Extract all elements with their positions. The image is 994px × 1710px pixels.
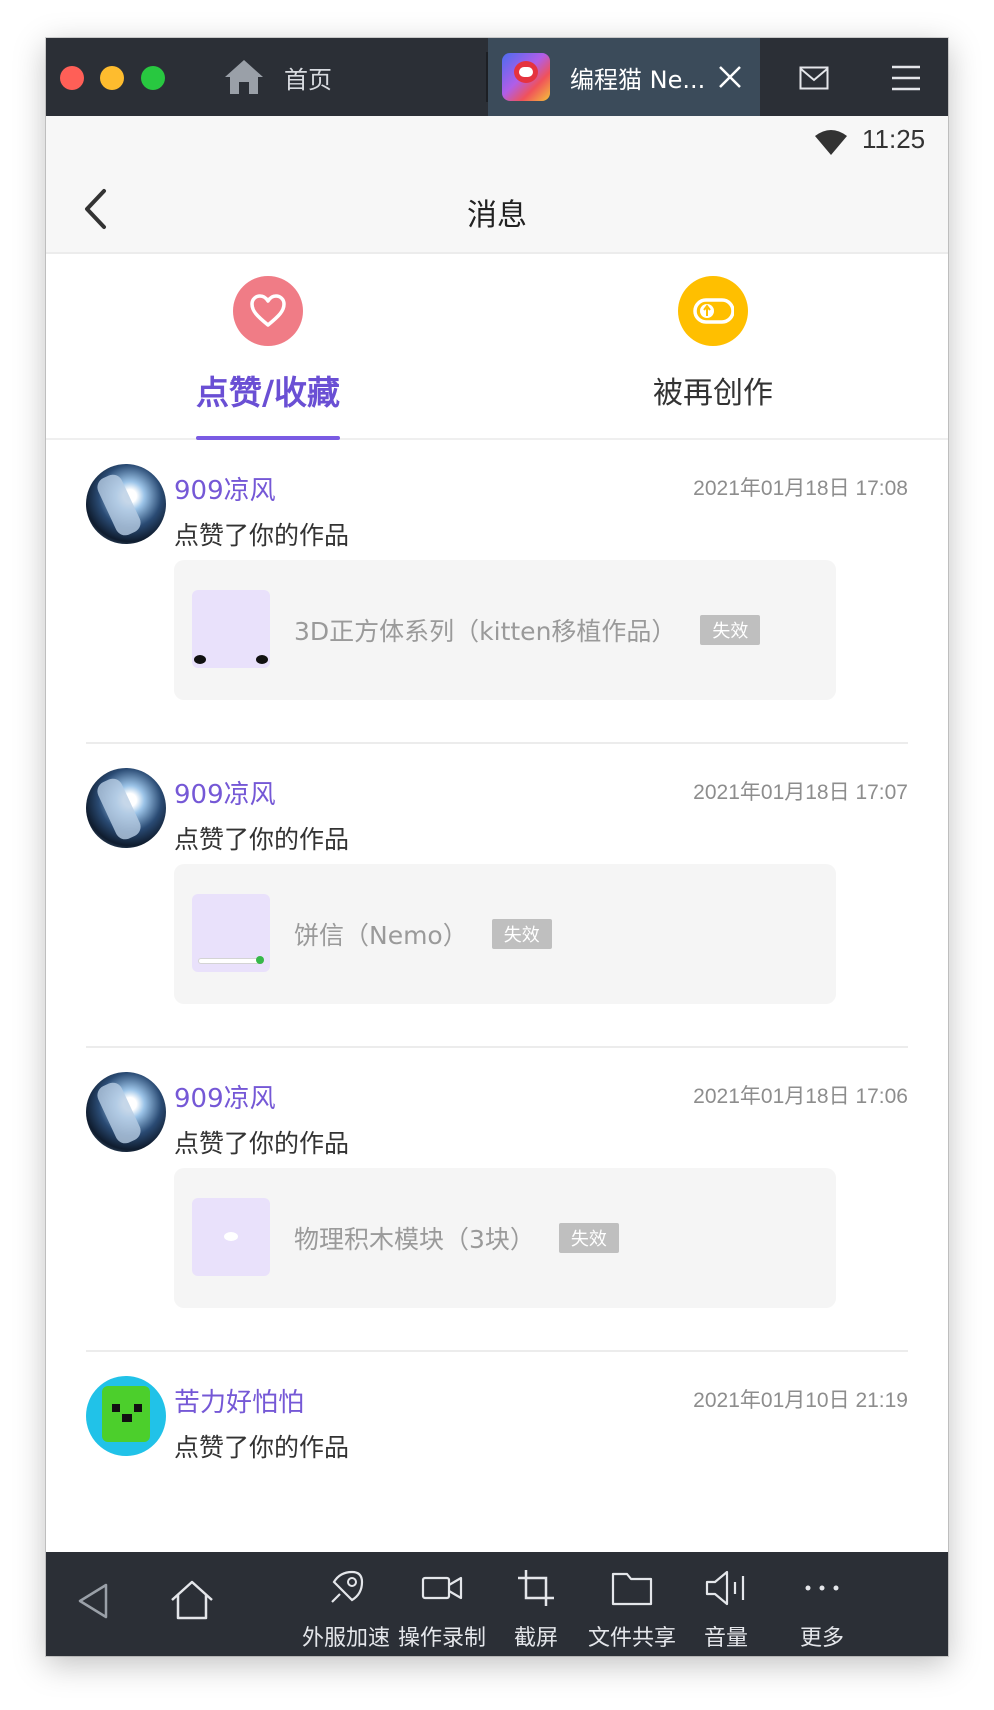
rocket-icon xyxy=(331,1570,364,1603)
message-username[interactable]: 909凉风 xyxy=(174,470,276,507)
emulator-toolbar: 外服加速 操作录制 截屏 文件共享 音量 更多 xyxy=(46,1552,948,1656)
tab-remix-icon-circle xyxy=(678,276,748,346)
invalid-badge: 失效 xyxy=(700,615,761,645)
android-screen: 11:25 消息 点赞/收藏 被再创作 909凉风 2021年01月18日 17… xyxy=(46,116,948,1552)
invalid-badge: 失效 xyxy=(491,919,552,949)
work-title: 饼信（Nemo） 失效 xyxy=(294,916,552,952)
more-icon xyxy=(805,1585,839,1591)
message-timestamp: 2021年01月10日 21:19 xyxy=(693,1389,908,1412)
toolbar-accelerate[interactable]: 外服加速 xyxy=(298,1564,394,1652)
home-icon xyxy=(225,60,263,94)
title-bar: 首页 编程猫 Ne... xyxy=(46,38,948,116)
tab-likes-label: 点赞/收藏 xyxy=(195,373,341,412)
work-title: 物理积木模块（3块） 失效 xyxy=(294,1220,619,1256)
toolbar-label: 更多 xyxy=(799,1626,844,1651)
crop-icon xyxy=(518,1570,554,1606)
message-action: 点赞了你的作品 xyxy=(174,825,350,854)
toolbar-label: 外服加速 xyxy=(301,1626,390,1651)
message-item[interactable]: 909凉风 2021年01月18日 17:06 点赞了你的作品 物理积木模块（3… xyxy=(46,1048,948,1352)
work-card[interactable]: 物理积木模块（3块） 失效 xyxy=(174,1168,836,1308)
android-back-button[interactable] xyxy=(76,1582,110,1626)
message-item[interactable]: 909凉风 2021年01月18日 17:08 点赞了你的作品 3D正方体系列（… xyxy=(46,440,948,744)
message-username[interactable]: 苦力好怕怕 xyxy=(174,1382,304,1419)
work-title-text: 饼信（Nemo） xyxy=(294,921,468,950)
toolbar-label: 操作录制 xyxy=(397,1626,486,1651)
avatar[interactable] xyxy=(86,768,166,848)
toolbar-file-share[interactable]: 文件共享 xyxy=(584,1564,680,1652)
minimize-window-button[interactable] xyxy=(100,66,124,90)
hamburger-icon xyxy=(892,65,920,91)
work-title: 3D正方体系列（kitten移植作品） 失效 xyxy=(294,612,761,648)
app-logo-icon xyxy=(502,53,550,101)
work-thumbnail xyxy=(192,894,270,972)
work-thumbnail xyxy=(192,590,270,668)
avatar[interactable] xyxy=(86,464,166,544)
app-tab[interactable]: 编程猫 Ne... xyxy=(488,38,760,116)
work-card[interactable]: 饼信（Nemo） 失效 xyxy=(174,864,836,1004)
avatar[interactable] xyxy=(86,1072,166,1152)
folder-icon xyxy=(611,1572,653,1606)
message-username[interactable]: 909凉风 xyxy=(174,774,276,811)
work-title-text: 物理积木模块（3块） xyxy=(294,1225,535,1254)
toolbar-volume[interactable]: 音量 xyxy=(696,1564,756,1652)
tab-likes-favorites[interactable]: 点赞/收藏 xyxy=(158,254,378,440)
zoom-window-button[interactable] xyxy=(141,66,165,90)
tab-remixed-label: 被再创作 xyxy=(653,376,773,411)
message-action: 点赞了你的作品 xyxy=(174,1129,350,1158)
app-header: 消息 xyxy=(46,166,948,254)
heart-icon xyxy=(250,294,286,327)
message-timestamp: 2021年01月18日 17:06 xyxy=(693,1085,908,1108)
status-bar: 11:25 xyxy=(46,116,948,166)
triangle-back-icon xyxy=(78,1583,108,1619)
android-home-button[interactable] xyxy=(168,1578,216,1628)
remix-icon xyxy=(693,298,734,324)
toolbar-more[interactable]: 更多 xyxy=(792,1564,852,1652)
app-tab-title: 编程猫 Ne... xyxy=(570,65,706,94)
toolbar-screenshot[interactable]: 截屏 xyxy=(506,1564,566,1652)
message-action: 点赞了你的作品 xyxy=(174,1433,350,1462)
page-title: 消息 xyxy=(467,198,527,233)
message-timestamp: 2021年01月18日 17:07 xyxy=(693,781,908,804)
work-card[interactable]: 3D正方体系列（kitten移植作品） 失效 xyxy=(174,560,836,700)
message-item[interactable]: 909凉风 2021年01月18日 17:07 点赞了你的作品 饼信（Nemo）… xyxy=(46,744,948,1048)
message-username[interactable]: 909凉风 xyxy=(174,1078,276,1115)
home-outline-icon xyxy=(171,1580,213,1620)
toolbar-label: 截屏 xyxy=(513,1626,558,1651)
menu-button[interactable] xyxy=(886,58,926,98)
close-icon xyxy=(719,66,741,88)
message-list: 909凉风 2021年01月18日 17:08 点赞了你的作品 3D正方体系列（… xyxy=(46,440,948,1552)
work-title-text: 3D正方体系列（kitten移植作品） xyxy=(294,617,677,646)
message-item[interactable]: 苦力好怕怕 2021年01月10日 21:19 点赞了你的作品 xyxy=(46,1352,948,1552)
message-tabs: 点赞/收藏 被再创作 xyxy=(46,254,948,440)
status-time: 11:25 xyxy=(862,124,926,154)
close-tab-button[interactable] xyxy=(710,57,750,97)
home-tab-label: 首页 xyxy=(284,65,332,94)
close-window-button[interactable] xyxy=(60,66,84,90)
tab-likes-icon-circle xyxy=(233,276,303,346)
tab-remixed[interactable]: 被再创作 xyxy=(603,254,823,440)
work-thumbnail xyxy=(192,1198,270,1276)
home-tab[interactable]: 首页 xyxy=(222,38,332,116)
mail-icon xyxy=(799,66,829,90)
emulator-window: 首页 编程猫 Ne... 11:25 消息 点赞/收藏 被再创作 909凉风 2… xyxy=(46,38,948,1656)
avatar[interactable] xyxy=(86,1376,166,1456)
wifi-icon xyxy=(815,130,847,155)
invalid-badge: 失效 xyxy=(558,1223,619,1253)
toolbar-record[interactable]: 操作录制 xyxy=(394,1564,490,1652)
video-camera-icon xyxy=(421,1576,463,1600)
speaker-icon xyxy=(705,1570,745,1606)
message-action: 点赞了你的作品 xyxy=(174,521,350,550)
message-timestamp: 2021年01月18日 17:08 xyxy=(693,477,908,500)
mail-button[interactable] xyxy=(794,58,834,98)
toolbar-label: 文件共享 xyxy=(587,1626,676,1651)
toolbar-label: 音量 xyxy=(703,1626,748,1651)
